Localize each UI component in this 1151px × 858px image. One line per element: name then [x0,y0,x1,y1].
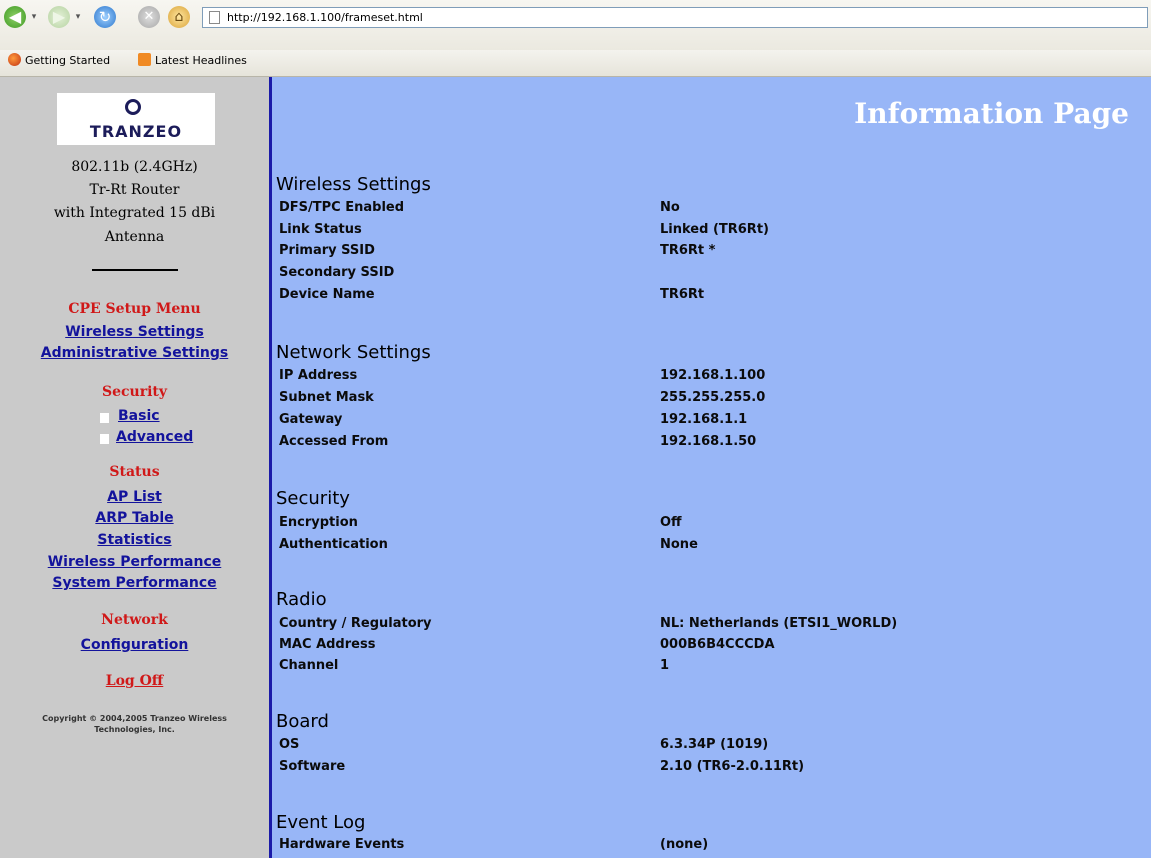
home-icon[interactable]: ⌂ [168,6,190,28]
security-heading: Security [101,384,168,400]
status-heading: Status [109,464,160,480]
field-value: Off [660,515,682,530]
field-label: OS [279,737,300,752]
device-line: with Integrated 15 dBi [53,205,216,221]
field-value: 192.168.1.50 [660,434,757,449]
rss-feed-icon [138,53,151,66]
field-label: Hardware Events [279,837,405,852]
section-heading: Wireless Settings [276,174,431,195]
bookmark-getting-started[interactable]: Getting Started [8,53,110,67]
field-label: Link Status [279,222,362,237]
field-value: TR6Rt [660,287,705,302]
section-heading: Board [276,711,329,732]
cpe-setup-heading: CPE Setup Menu [68,301,201,317]
forward-history-dropdown-icon[interactable]: ▾ [71,6,85,28]
bookmark-latest-headlines[interactable]: Latest Headlines [138,53,247,67]
link-statistics[interactable]: Statistics [0,532,269,548]
field-label: Gateway [279,412,343,427]
field-label: Device Name [279,287,375,302]
section-heading: Radio [276,589,327,610]
field-label: MAC Address [279,637,376,652]
url-text[interactable]: http://192.168.1.100/frameset.html [227,11,423,24]
link-arp-table[interactable]: ARP Table [0,510,269,526]
section-heading: Security [276,488,350,509]
link-security-basic[interactable]: Basic [118,408,160,424]
logoff-link[interactable]: Log Off [0,673,269,689]
link-system-performance[interactable]: System Performance [0,575,269,591]
field-value: (none) [660,837,709,852]
stop-icon[interactable]: ✕ [138,6,160,28]
link-wireless-performance[interactable]: Wireless Performance [0,554,269,570]
page-icon [209,11,220,24]
copyright-line: Copyright © 2004,2005 Tranzeo Wireless [42,714,227,723]
field-value: 2.10 (TR6-2.0.11Rt) [660,759,805,774]
bullet-icon [100,434,109,444]
field-label: Country / Regulatory [279,616,432,631]
field-label: Secondary SSID [279,265,395,280]
sidebar-frame: TRANZEO 802.11b (2.4GHz) Tr-Rt Router wi… [0,77,269,858]
field-label: DFS/TPC Enabled [279,200,405,215]
field-value: TR6Rt * [660,243,716,258]
link-configuration[interactable]: Configuration [0,637,269,653]
back-history-dropdown-icon[interactable]: ▾ [27,6,41,28]
field-value: 255.255.255.0 [660,390,766,405]
field-value: 6.3.34P (1019) [660,737,769,752]
field-label: Authentication [279,537,388,552]
link-security-advanced[interactable]: Advanced [116,429,193,445]
field-value: 000B6B4CCCDA [660,637,775,652]
page-title: Information Page [854,97,1129,130]
field-value: No [660,200,680,215]
copyright-line: Technologies, Inc. [94,725,175,734]
device-line: 802.11b (2.4GHz) [71,159,198,175]
field-label: Channel [279,658,339,673]
back-arrow-icon[interactable]: ◀ [4,6,26,28]
link-wireless-settings[interactable]: Wireless Settings [0,324,269,340]
logo-text: TRANZEO [89,122,183,141]
navigation-row: ◀ ▾ ▶ ▾ ↻ ✕ ⌂ http://192.168.1.100/frame… [0,4,1151,32]
device-line: Antenna [104,229,165,245]
network-heading: Network [101,612,168,628]
field-value: None [660,537,698,552]
tranzeo-logo: TRANZEO [57,93,215,145]
field-label: Primary SSID [279,243,375,258]
forward-arrow-icon[interactable]: ▶ [48,6,70,28]
link-administrative-settings[interactable]: Administrative Settings [0,345,269,361]
main-frame: Information Page Wireless Settings DFS/T… [272,77,1151,858]
browser-toolbar: ◀ ▾ ▶ ▾ ↻ ✕ ⌂ http://192.168.1.100/frame… [0,0,1151,51]
field-value: NL: Netherlands (ETSI1_WORLD) [660,616,898,631]
bullet-icon [100,413,109,423]
link-ap-list[interactable]: AP List [0,489,269,505]
copyright: Copyright © 2004,2005 Tranzeo Wireless T… [6,713,263,735]
device-line: Tr-Rt Router [89,182,180,198]
field-value: 1 [660,658,670,673]
field-label: IP Address [279,368,358,383]
divider [92,269,178,271]
bookmarks-toolbar: Getting Started Latest Headlines [0,50,1151,77]
firefox-icon [8,53,21,66]
field-value: Linked (TR6Rt) [660,222,769,237]
bookmark-label: Latest Headlines [155,54,247,67]
address-bar[interactable]: http://192.168.1.100/frameset.html [202,7,1148,28]
section-heading: Event Log [276,812,366,833]
field-value: 192.168.1.100 [660,368,766,383]
section-heading: Network Settings [276,342,431,363]
reload-icon[interactable]: ↻ [94,6,116,28]
bookmark-label: Getting Started [25,54,111,67]
field-label: Software [279,759,346,774]
field-label: Subnet Mask [279,390,374,405]
logo-mark-icon [125,99,141,115]
field-label: Encryption [279,515,358,530]
field-value: 192.168.1.1 [660,412,748,427]
field-label: Accessed From [279,434,389,449]
